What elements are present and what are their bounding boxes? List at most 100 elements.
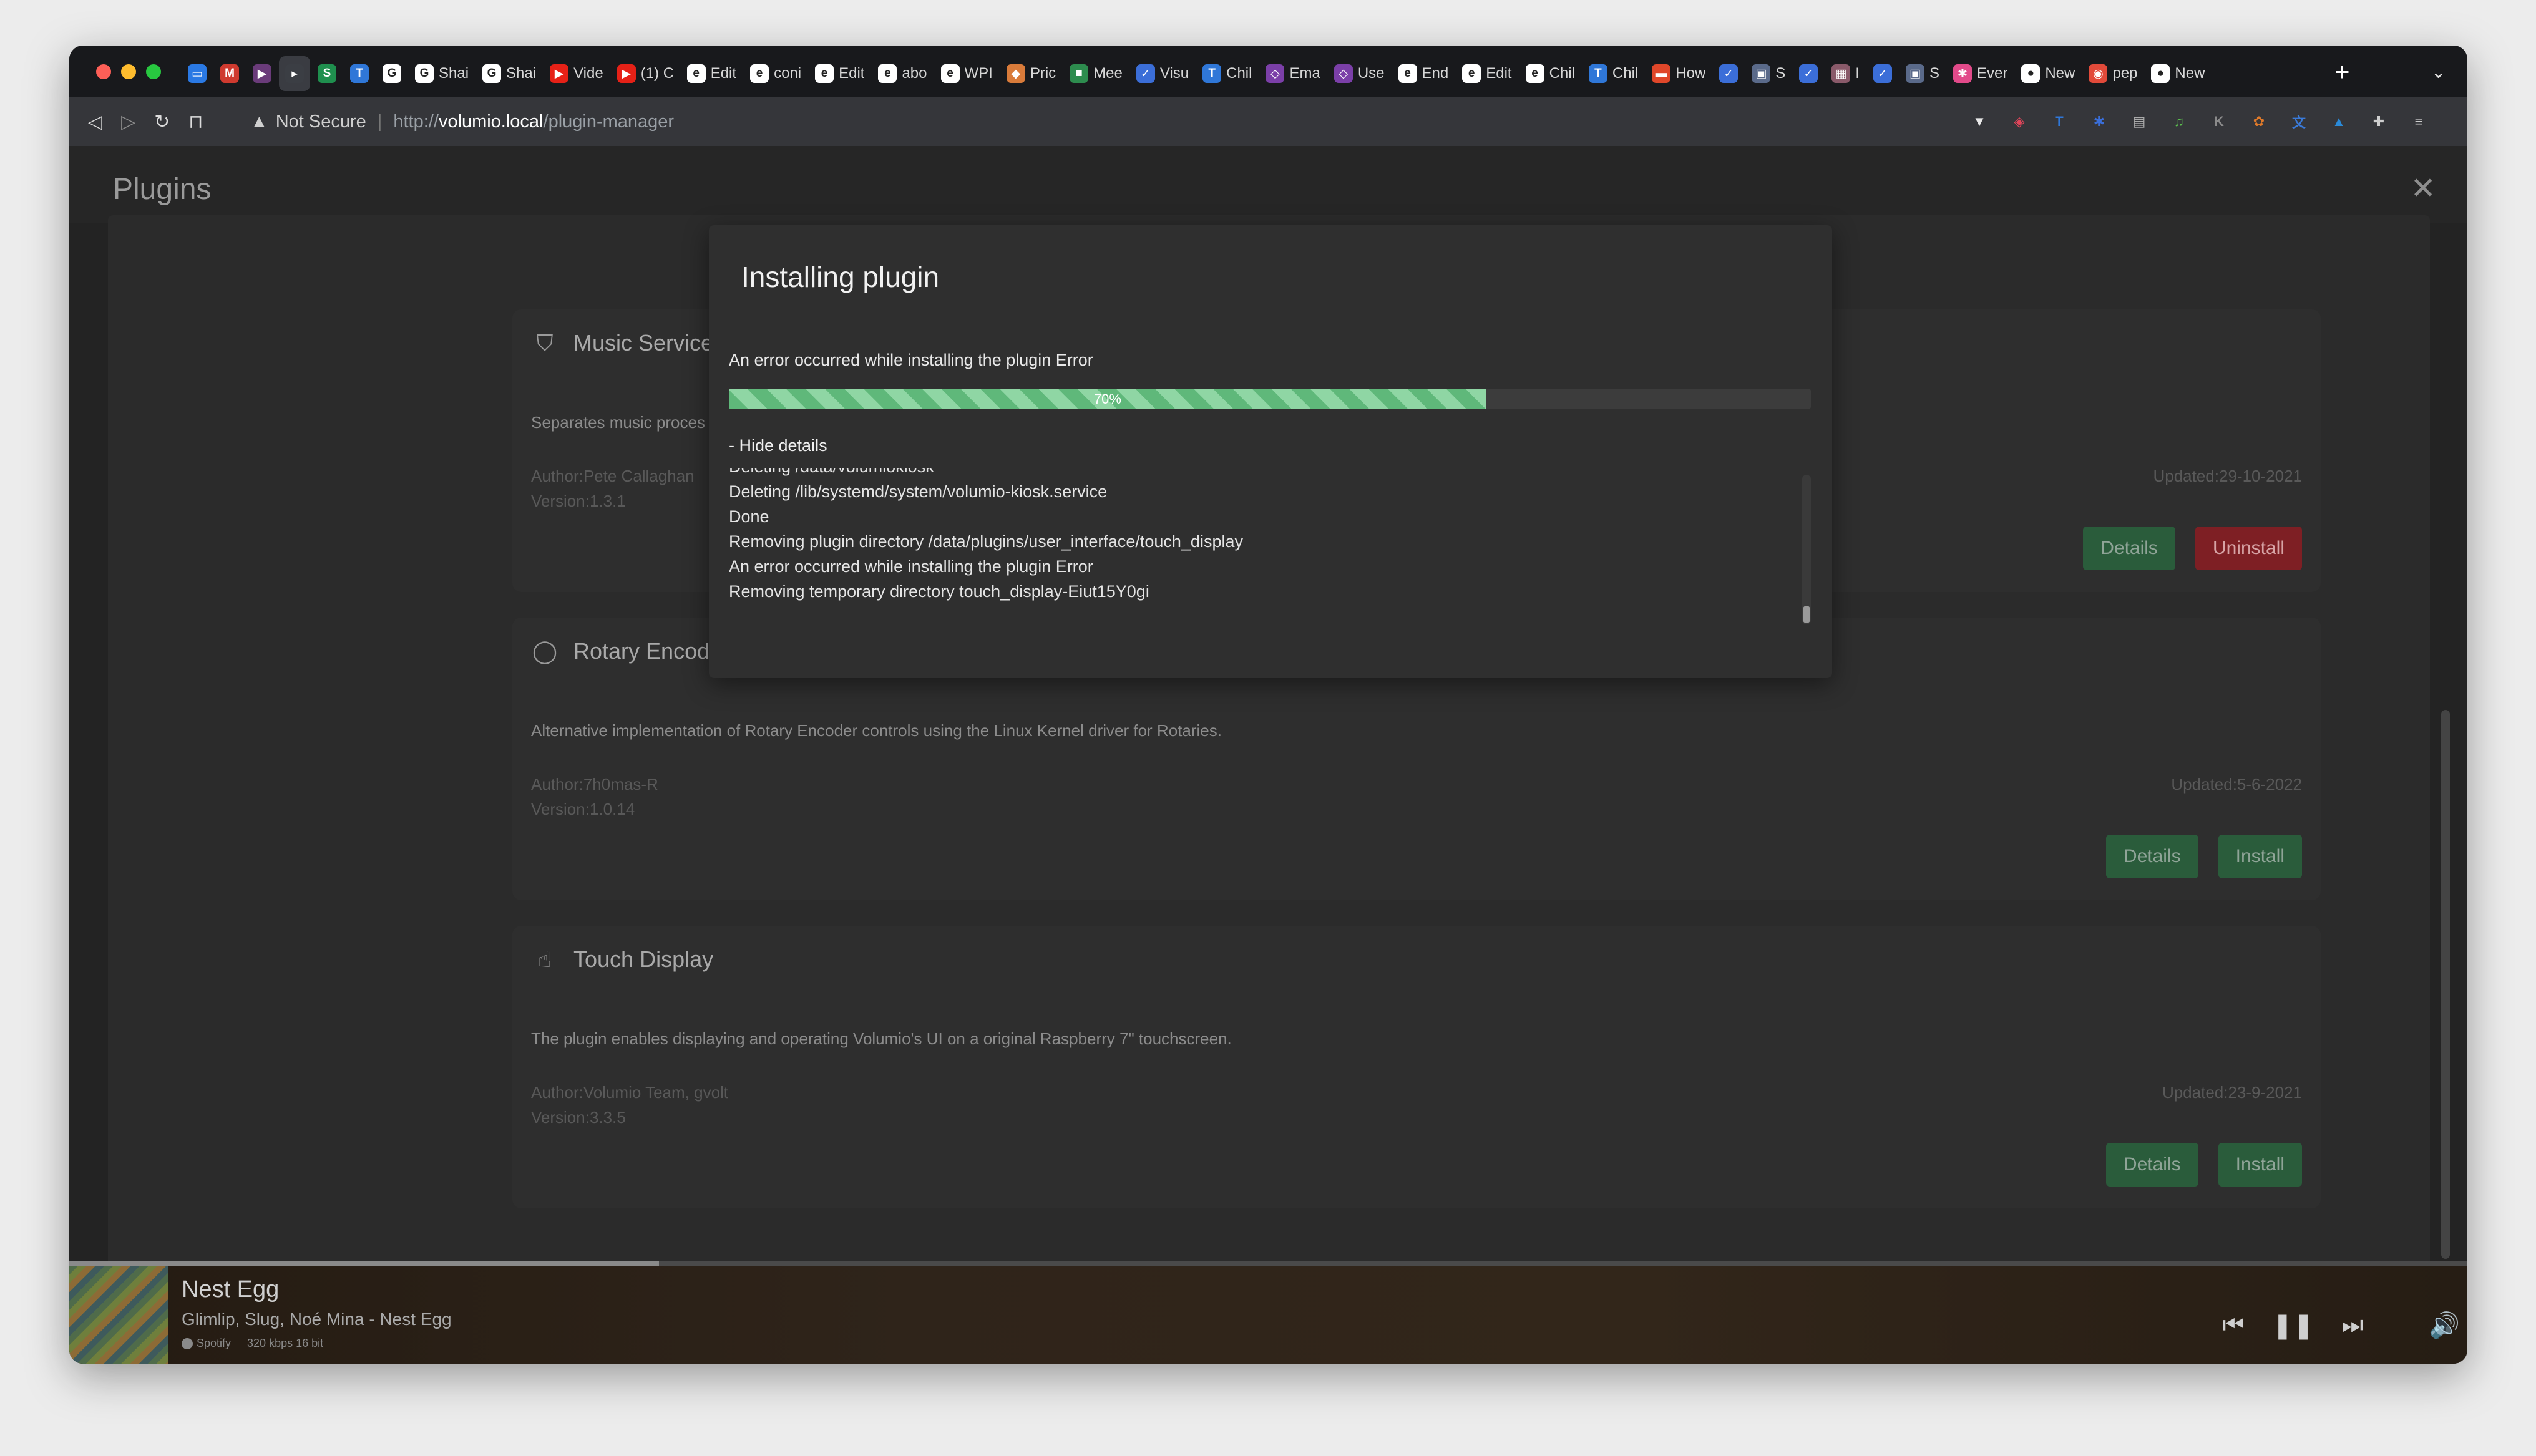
seek-bar[interactable] [69,1261,2467,1266]
quality-label: 320 kbps 16 bit [247,1337,324,1349]
browser-tab[interactable]: T Chil [1196,56,1258,91]
browser-tab[interactable]: e WPI [935,56,999,91]
extension-icon[interactable]: 文 [2286,109,2312,135]
install-button[interactable]: Install [2218,1143,2302,1187]
tab-favicon-icon: T [1202,64,1222,83]
extension-icon[interactable]: ♫ [2166,109,2192,135]
browser-tab[interactable]: ▣ S [1745,56,1792,91]
extension-icon[interactable]: ✿ [2246,109,2272,135]
extension-icon[interactable]: K [2206,109,2232,135]
tab-label: Ema [1289,65,1320,82]
browser-tab[interactable]: e Edit [681,56,743,91]
tab-favicon-icon: ▶ [253,64,271,83]
maximize-window-button[interactable] [146,64,161,79]
next-icon[interactable]: ⏭ [2341,1311,2364,1339]
page-scrollbar[interactable] [2441,710,2450,1259]
browser-tab[interactable]: e Edit [1456,56,1518,91]
minimize-window-button[interactable] [121,64,136,79]
previous-icon[interactable]: ⏮ [2222,1311,2245,1339]
uninstall-button[interactable]: Uninstall [2195,527,2302,570]
extension-icon[interactable]: ✚ [2366,109,2392,135]
details-button[interactable]: Details [2105,1143,2198,1187]
browser-tab[interactable]: e Chil [1519,56,1581,91]
log-scrollbar[interactable] [1802,475,1811,624]
log-scrollbar-thumb[interactable] [1803,606,1810,623]
browser-tab[interactable]: e abo [872,56,933,91]
address-bar[interactable]: ▲ Not Secure | http://volumio.local/plug… [250,104,1973,140]
browser-tab[interactable]: ◉ pep [2082,56,2143,91]
extension-icon[interactable]: ▲ [2326,109,2352,135]
tab-label: Shai [439,65,469,82]
tab-favicon-icon: S [318,64,336,83]
browser-tab[interactable]: ▦ I [1825,56,1866,91]
browser-tab[interactable]: G [376,56,407,91]
tab-label: (1) C [640,65,673,82]
tab-favicon-icon: G [482,64,502,83]
browser-tab[interactable]: S [311,56,343,91]
install-button[interactable]: Install [2218,835,2302,878]
browser-tab[interactable]: ● New [2145,56,2211,91]
browser-tab[interactable]: e Edit [809,56,871,91]
browser-tab[interactable]: ▬ How [1646,56,1712,91]
back-icon[interactable]: ◁ [88,111,102,133]
browser-tab[interactable]: G Shai [409,56,475,91]
extension-icon[interactable]: ≡ [2406,109,2432,135]
reload-icon[interactable]: ↻ [154,111,170,133]
volume-icon[interactable]: 🔊 [2429,1311,2460,1340]
browser-tab[interactable]: ✱ Ever [1947,56,2014,91]
browser-tab[interactable]: ▶ Vide [544,56,610,91]
tab-favicon-icon: ▶ [550,64,569,83]
tab-search-chevron-icon[interactable]: ⌄ [2431,62,2446,82]
browser-tab[interactable]: ● New [2015,56,2081,91]
browser-tab[interactable]: G Shai [476,56,542,91]
browser-tab[interactable]: T Chil [1583,56,1644,91]
tab-label: S [1775,65,1786,82]
browser-tab[interactable]: ◆ Pric [1000,56,1062,91]
tab-label: Use [1357,65,1385,82]
browser-tab[interactable]: ▶ (1) C [611,56,680,91]
extension-icon[interactable]: ▼ [1966,109,1992,135]
bookmark-icon[interactable]: ⊓ [188,111,203,133]
browser-tab[interactable]: ✓ [1793,56,1824,91]
tab-favicon-icon: e [1525,64,1544,83]
forward-icon[interactable]: ▷ [121,111,135,133]
details-button[interactable]: Details [2083,527,2175,570]
browser-tab[interactable]: ■ Mee [1063,56,1129,91]
tab-favicon-icon: ▬ [1652,64,1671,83]
browser-tab[interactable]: ✓ [1713,56,1744,91]
log-line: Deleting /lib/systemd/system/volumio-kio… [729,482,1108,501]
pause-icon[interactable]: ❚❚ [2272,1311,2314,1340]
tab-label: Shai [506,65,537,82]
browser-tab[interactable]: ▸ [279,56,310,91]
album-cover[interactable] [69,1266,168,1364]
details-button[interactable]: Details [2105,835,2198,878]
browser-tab[interactable]: e End [1392,56,1455,91]
browser-tab[interactable]: ▶ [246,56,278,91]
browser-tab[interactable]: ▭ [182,56,213,91]
new-tab-button[interactable]: + [2334,58,2350,85]
browser-tab[interactable]: T [344,56,375,91]
hide-details-toggle[interactable]: - Hide details [729,436,827,455]
tab-label: Edit [710,65,737,82]
browser-tab[interactable]: ◇ Use [1328,56,1391,91]
plugin-description: Alternative implementation of Rotary Enc… [531,721,1222,740]
browser-tab[interactable]: M [214,56,245,91]
extension-icon[interactable]: ▤ [2126,109,2152,135]
tab-favicon-icon: ▸ [285,64,304,83]
extension-icon[interactable]: ✱ [2086,109,2112,135]
window-controls [96,64,161,79]
tab-favicon-icon: ◇ [1266,64,1285,83]
browser-tab[interactable]: ▣ S [1900,56,1946,91]
browser-tab[interactable]: e coni [744,56,807,91]
tab-favicon-icon: e [878,64,897,83]
tab-favicon-icon: ✓ [1873,64,1892,83]
close-icon[interactable]: ✕ [2411,171,2436,206]
extension-icon[interactable]: ◈ [2006,109,2032,135]
close-window-button[interactable] [96,64,111,79]
browser-tab[interactable]: ✓ [1867,56,1898,91]
browser-tab[interactable]: ◇ Ema [1259,56,1326,91]
address-separator: | [377,111,383,132]
tab-favicon-icon: e [1462,64,1481,83]
browser-tab[interactable]: ✓ Visu [1130,56,1195,91]
extension-icon[interactable]: T [2046,109,2072,135]
